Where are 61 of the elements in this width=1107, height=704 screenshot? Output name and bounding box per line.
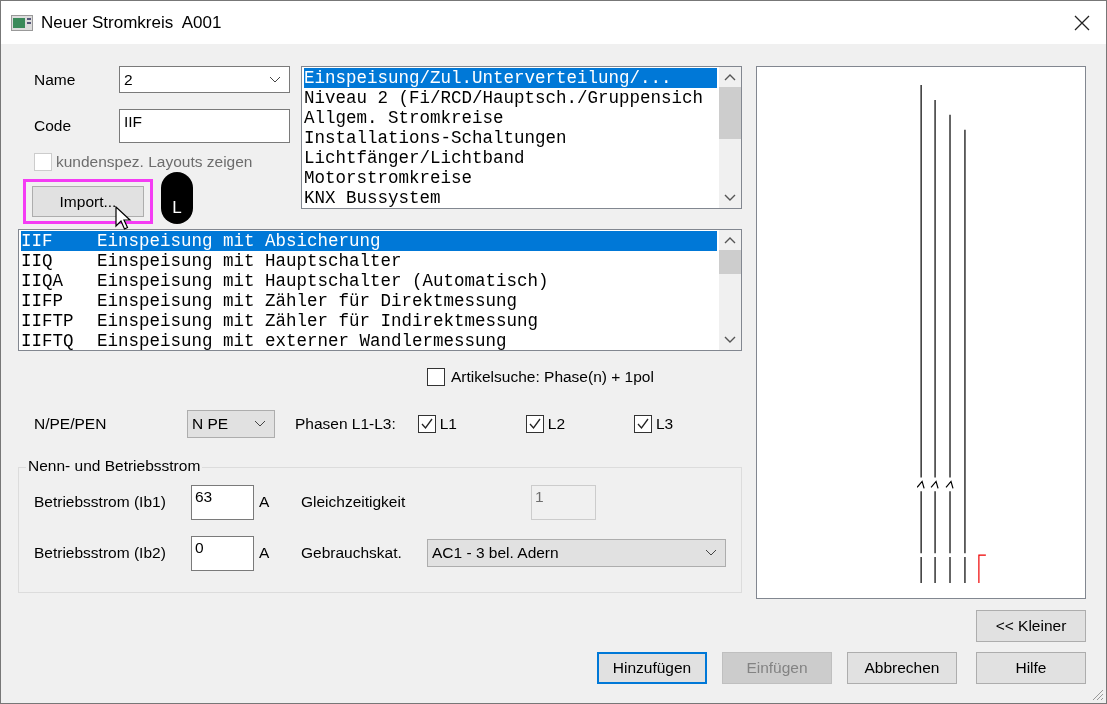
smaller-button[interactable]: << Kleiner — [976, 610, 1086, 642]
phases-label: Phasen L1-L3: — [294, 415, 397, 433]
simultaneity-label: Gleichzeitigkeit — [301, 493, 407, 511]
chevron-down-icon[interactable] — [705, 549, 717, 557]
scrollbar[interactable] — [719, 67, 741, 208]
category-list-item[interactable]: Niveau 2 (Fi/RCD/Hauptsch./Gruppensich — [304, 88, 717, 108]
category-list-item[interactable]: Allgem. Stromkreise — [304, 108, 717, 128]
phase-label: L2 — [547, 415, 565, 433]
name-combobox[interactable]: 2 — [119, 66, 290, 93]
code-label: Code — [34, 117, 73, 135]
npe-dropdown[interactable]: N PE — [186, 410, 275, 438]
name-label: Name — [34, 70, 77, 89]
window-title: Neuer Stromkreis A001 — [41, 12, 223, 33]
usage-category-dropdown[interactable]: AC1 - 3 bel. Adern — [427, 539, 726, 567]
mouse-click-icon: L — [161, 172, 193, 224]
dialog-button[interactable]: Abbrechen — [847, 652, 957, 684]
import-button[interactable]: Import... — [32, 186, 144, 217]
close-icon[interactable] — [1074, 14, 1090, 31]
code-input-field[interactable]: IIF — [119, 109, 290, 143]
npe-label: N/PE/PEN — [34, 415, 108, 433]
usage-category-label: Gebrauchskat. — [301, 544, 403, 562]
circuit-type-list-item[interactable]: IIQA Einspeisung mit Hauptschalter (Automatisch) — [21, 271, 717, 291]
custom-layouts-label: kundenspez. Layouts zeigen — [56, 153, 253, 171]
phase-checkbox[interactable] — [633, 415, 652, 433]
ib1-input-field[interactable]: 63 — [191, 484, 254, 520]
scroll-down-icon[interactable] — [724, 194, 736, 202]
category-list-item[interactable]: Installations-Schaltungen — [304, 128, 717, 148]
category-list[interactable]: Einspeisung/Zul.Unterverteilung/... Niveau 2 (Fi/RCD/Hauptsch./Gruppensich Allgem. Stromkreise Installations-Schaltungen Lichtfänger/Lichtband Motorstromkreise KNX Bussystem — [301, 66, 742, 209]
circuit-type-list[interactable] — [18, 229, 742, 351]
scrollbar-thumb[interactable] — [719, 250, 741, 274]
article-search-checkbox[interactable] — [427, 368, 445, 386]
scroll-down-icon[interactable] — [724, 336, 736, 344]
phase-checkbox[interactable] — [417, 415, 436, 433]
ib1-label: Betriebsstrom (Ib1) — [34, 493, 167, 511]
ib2-label: Betriebsstrom (Ib2) — [34, 544, 167, 562]
circuit-type-list-item[interactable]: IIFP Einspeisung mit Zähler für Direktmessung — [21, 291, 717, 311]
category-list-item[interactable]: KNX Bussystem — [304, 188, 717, 208]
circuit-type-list-item[interactable]: IIFTQ Einspeisung mit externer Wandlermessung — [21, 331, 717, 350]
category-list-item[interactable]: Motorstromkreise — [304, 168, 717, 188]
window-app-icon — [11, 14, 33, 31]
dialog-button[interactable]: Hilfe — [976, 652, 1086, 684]
circuit-type-list-item[interactable]: IIQ Einspeisung mit Hauptschalter — [21, 251, 717, 271]
phase-label: L3 — [655, 415, 674, 433]
unit-label: A — [259, 493, 271, 511]
dialog-button[interactable]: Hinzufügen — [597, 652, 707, 684]
resize-grip-icon[interactable] — [1090, 687, 1104, 701]
scrollbar[interactable] — [719, 230, 741, 350]
phase-label: L1 — [439, 415, 457, 433]
phase-checkbox[interactable] — [525, 415, 544, 433]
chevron-down-icon[interactable] — [253, 420, 266, 428]
scroll-up-icon[interactable] — [724, 73, 736, 81]
scroll-up-icon[interactable] — [724, 236, 736, 244]
chevron-down-icon[interactable] — [269, 75, 281, 84]
ib2-input-field[interactable]: 0 — [191, 535, 254, 571]
article-search-label: Artikelsuche: Phase(n) + 1pol — [451, 368, 654, 386]
unit-label: A — [259, 544, 271, 562]
category-list-item[interactable]: Einspeisung/Zul.Unterverteilung/... — [304, 68, 717, 88]
category-list-item[interactable]: Lichtfänger/Lichtband — [304, 148, 717, 168]
circuit-type-list-item[interactable]: IIF Einspeisung mit Absicherung — [21, 231, 717, 251]
circuit-type-list-item[interactable]: IIFTP Einspeisung mit Zähler für Indirektmessung — [21, 311, 717, 331]
scrollbar-thumb[interactable] — [719, 87, 741, 139]
